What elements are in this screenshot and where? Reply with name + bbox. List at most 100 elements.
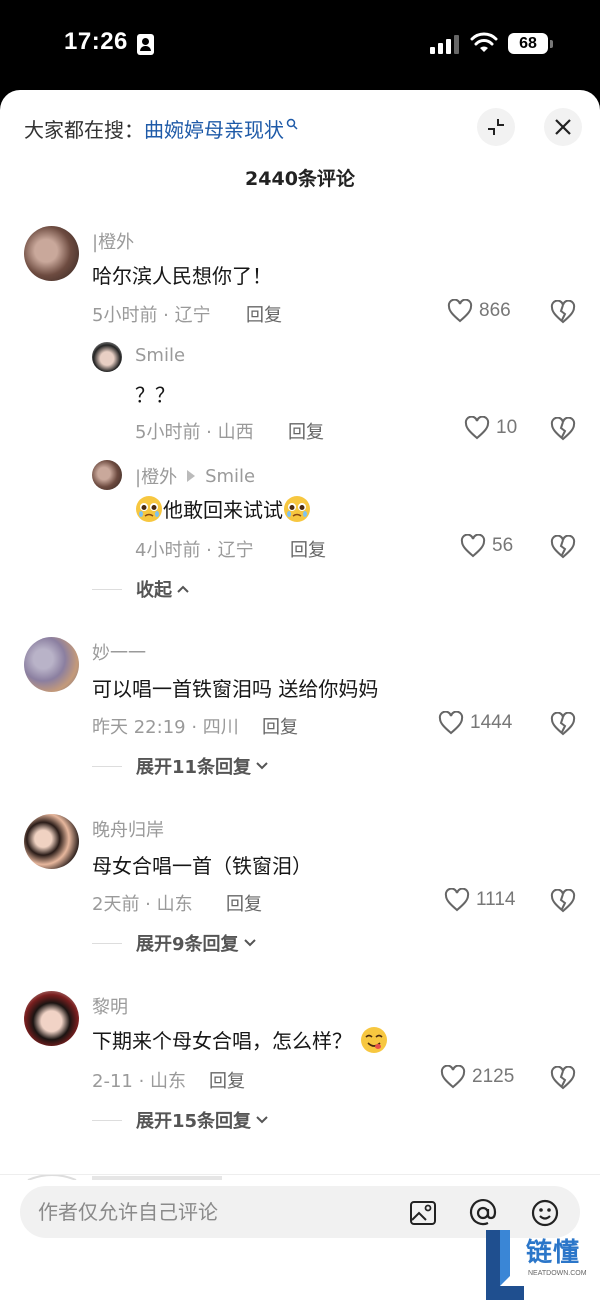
- status-bar: 17:26 68: [0, 0, 600, 90]
- avatar[interactable]: [92, 342, 122, 372]
- status-time: 17:26: [64, 28, 128, 55]
- wifi-icon: [470, 32, 498, 52]
- chevron-down-icon: [256, 1116, 268, 1124]
- emoji-icon[interactable]: [530, 1198, 560, 1228]
- heart-icon: [440, 1065, 466, 1089]
- comment-text: 母女合唱一首（铁窗泪）: [92, 854, 312, 878]
- like-count: 10: [496, 417, 518, 438]
- collapse-icon: [488, 119, 504, 135]
- chevron-up-icon: [177, 585, 189, 593]
- comment-username[interactable]: 妙一一: [92, 639, 146, 665]
- expand-replies-button[interactable]: 展开15条回复: [92, 1107, 269, 1133]
- hot-search-prefix: 大家都在搜：: [24, 118, 144, 142]
- avatar[interactable]: [24, 637, 79, 692]
- reply-to-username[interactable]: Smile: [205, 466, 255, 487]
- hot-search-row[interactable]: 大家都在搜： 曲婉婷母亲现状: [24, 114, 298, 143]
- like-button[interactable]: 1444: [438, 711, 512, 735]
- at-mention-icon[interactable]: [468, 1198, 498, 1228]
- heart-icon: [460, 534, 486, 558]
- watermark-logo: 链懂 NEATDOWN.COM: [486, 1230, 600, 1300]
- reply-username[interactable]: Smile: [135, 345, 185, 366]
- comment-time-location: 昨天 22:19 · 四川: [92, 717, 239, 738]
- like-count: 866: [479, 300, 511, 321]
- comment-time-location: 5小时前 · 辽宁: [92, 305, 211, 326]
- battery-cap: [550, 40, 553, 48]
- reply-text: 他敢回来试试: [163, 498, 283, 522]
- watermark-l-logo: [486, 1230, 524, 1300]
- reply-button[interactable]: 回复: [246, 301, 282, 327]
- reply-username[interactable]: |橙外: [135, 463, 177, 489]
- chevron-down-icon: [243, 939, 256, 947]
- dislike-icon[interactable]: [550, 300, 576, 324]
- like-button[interactable]: 2125: [440, 1065, 514, 1089]
- heart-icon: [464, 416, 490, 440]
- divider-line: [92, 588, 122, 590]
- comment-text: 下期来个母女合唱，怎么样？: [92, 1029, 352, 1053]
- expand-replies-label: 展开15条回复: [136, 1111, 252, 1132]
- input-divider: [0, 1174, 600, 1175]
- divider-line: [92, 765, 122, 767]
- like-button[interactable]: 10: [464, 416, 517, 440]
- like-count: 56: [492, 535, 514, 556]
- like-button[interactable]: 866: [447, 299, 511, 323]
- comment-input[interactable]: [38, 1186, 398, 1238]
- like-count: 1114: [476, 889, 516, 910]
- hot-search-term[interactable]: 曲婉婷母亲现状: [144, 114, 284, 143]
- collapse-replies-label: 收起: [136, 580, 172, 601]
- watermark-subtext: NEATDOWN.COM: [528, 1270, 587, 1277]
- chevron-down-icon: [256, 762, 268, 770]
- pleading-face-emoji-icon: [136, 495, 162, 522]
- comment-time-location: 2天前 · 山东: [92, 894, 193, 915]
- pleading-face-emoji-icon: [284, 495, 310, 522]
- reply-time-location: 4小时前 · 辽宁: [135, 540, 254, 561]
- comment-username[interactable]: 晚舟归岸: [92, 816, 164, 842]
- divider-line: [92, 942, 122, 944]
- reply-to-arrow-icon: [187, 470, 196, 482]
- like-button[interactable]: 1114: [444, 888, 515, 912]
- signal-icon: [430, 32, 460, 54]
- avatar[interactable]: [92, 460, 122, 490]
- next-comment-partial: [27, 1174, 222, 1180]
- reply-button[interactable]: 回复: [209, 1067, 245, 1093]
- image-icon[interactable]: [408, 1198, 438, 1228]
- dislike-icon[interactable]: [550, 535, 576, 559]
- reply-time-location: 5小时前 · 山西: [135, 422, 254, 443]
- reply-text-row: 他敢回来试试: [135, 494, 311, 523]
- close-button[interactable]: [544, 108, 582, 146]
- comments-sheet: 大家都在搜： 曲婉婷母亲现状 2440条评论 |橙外 哈尔滨人民想你了！ 5小时…: [0, 90, 600, 1300]
- reply-button[interactable]: 回复: [288, 418, 324, 444]
- avatar[interactable]: [24, 991, 79, 1046]
- like-count: 1444: [470, 712, 513, 733]
- expand-replies-label: 展开9条回复: [136, 934, 239, 955]
- reply-button[interactable]: 回复: [290, 536, 326, 562]
- comment-text-row: 下期来个母女合唱，怎么样？: [92, 1025, 388, 1054]
- avatar[interactable]: [24, 226, 79, 281]
- dislike-icon[interactable]: [550, 889, 576, 913]
- reply-text: ？？: [135, 383, 175, 407]
- dislike-icon[interactable]: [550, 1066, 576, 1090]
- reply-button[interactable]: 回复: [262, 713, 298, 739]
- expand-replies-button[interactable]: 展开9条回复: [92, 930, 257, 956]
- expand-replies-label: 展开11条回复: [136, 757, 252, 778]
- like-button[interactable]: 56: [460, 534, 513, 558]
- comment-username[interactable]: |橙外: [92, 228, 134, 254]
- avatar[interactable]: [24, 814, 79, 869]
- expand-replies-button[interactable]: 展开11条回复: [92, 753, 269, 779]
- battery-icon: 68: [508, 33, 548, 54]
- collapse-replies-button[interactable]: 收起: [92, 576, 190, 602]
- comment-username[interactable]: 黎明: [92, 993, 128, 1019]
- comment-time-location: 2-11 · 山东: [92, 1071, 187, 1092]
- close-icon: [555, 119, 571, 135]
- like-count: 2125: [472, 1066, 515, 1087]
- dislike-icon[interactable]: [550, 712, 576, 736]
- heart-icon: [438, 711, 464, 735]
- collapse-button[interactable]: [477, 108, 515, 146]
- dislike-icon[interactable]: [550, 417, 576, 441]
- search-icon: [286, 118, 298, 130]
- comment-text: 可以唱一首铁窗泪吗 送给你妈妈: [92, 677, 379, 701]
- heart-icon: [447, 299, 473, 323]
- reply-button[interactable]: 回复: [226, 890, 262, 916]
- watermark-text: 链懂: [526, 1238, 581, 1268]
- heart-icon: [444, 888, 470, 912]
- comment-count: 2440条评论: [245, 168, 355, 190]
